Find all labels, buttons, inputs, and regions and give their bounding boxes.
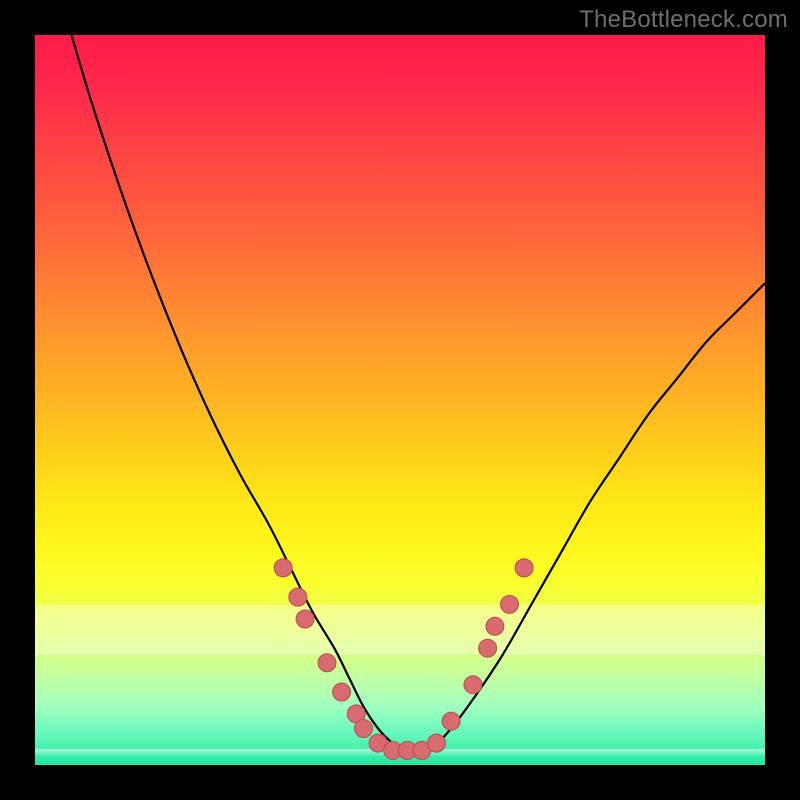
plot-area: [35, 35, 765, 765]
marker-dot: [428, 734, 446, 752]
marker-dot: [486, 617, 504, 635]
watermark-text: TheBottleneck.com: [579, 6, 788, 34]
marker-dot: [333, 683, 351, 701]
marker-dot: [274, 559, 292, 577]
chart-svg: [35, 35, 765, 765]
main-curve: [72, 35, 766, 751]
marker-dot: [501, 595, 519, 613]
marker-group: [274, 559, 533, 760]
marker-dot: [296, 610, 314, 628]
marker-dot: [355, 720, 373, 738]
marker-dot: [464, 676, 482, 694]
marker-dot: [515, 559, 533, 577]
marker-dot: [318, 654, 336, 672]
marker-dot: [442, 712, 460, 730]
marker-dot: [289, 588, 307, 606]
chart-stage: TheBottleneck.com: [0, 0, 800, 800]
marker-dot: [479, 639, 497, 657]
